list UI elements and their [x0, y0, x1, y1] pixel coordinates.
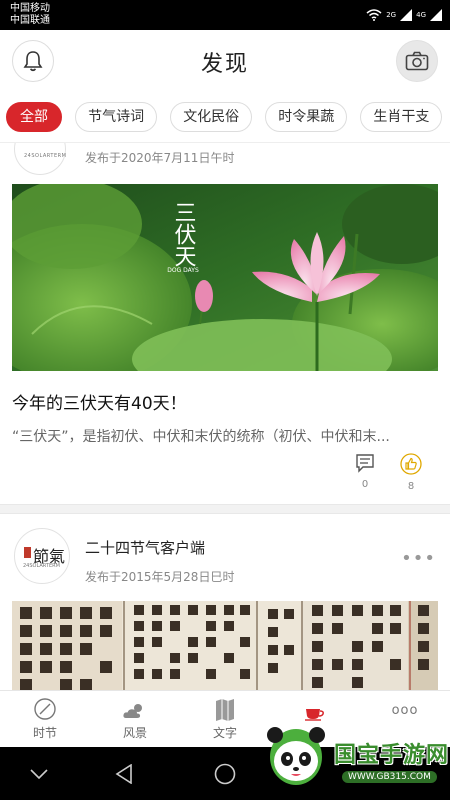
red-seal-mark — [24, 547, 31, 558]
hide-keyboard-button[interactable] — [26, 761, 52, 787]
category-tab-poetry[interactable]: 节气诗词 — [75, 102, 158, 132]
post-title[interactable]: 今年的三伏天有40天！ — [12, 389, 187, 414]
site-watermark: 国宝手游网 WWW.GB315.COM — [262, 715, 450, 800]
app-screen: 中国移动 中国联通 2G 4G 发现 全部 节气诗词 文化民俗 时令果蔬 生肖干… — [0, 0, 450, 800]
home-circle-icon — [214, 763, 236, 785]
thumbs-up-icon — [400, 453, 422, 475]
feed-list[interactable]: 24SOLARTERM 发布于2020年7月11日午时 三伏天 DOG DAYS… — [0, 142, 450, 690]
chevron-down-icon — [30, 769, 48, 779]
comment-icon — [356, 454, 374, 473]
camera-button[interactable] — [396, 40, 438, 82]
post-author-name[interactable]: 二十四节气客户端 — [85, 537, 205, 558]
book-icon — [216, 699, 234, 721]
more-options-button[interactable]: ••• — [401, 548, 436, 569]
compass-icon — [34, 698, 56, 720]
lotus-photo: 三伏天 DOG DAYS — [12, 184, 438, 371]
avatar-caption: 24SOLARTERM — [24, 153, 67, 159]
signal-icon-1 — [400, 9, 413, 21]
tab-fengjing[interactable]: 风景 — [105, 691, 165, 748]
signal-icon-2 — [430, 9, 442, 21]
category-tab-folk-culture[interactable]: 文化民俗 — [170, 102, 253, 132]
post-image[interactable]: 三伏天 DOG DAYS — [12, 184, 438, 371]
tab-label: 时节 — [32, 726, 57, 740]
tab-wenzi[interactable]: 文字 — [195, 691, 255, 748]
network-type-1: 2G — [386, 11, 397, 19]
status-icons: 2G 4G — [366, 5, 442, 25]
watermark-title: 国宝手游网 — [334, 743, 450, 768]
category-tab-seasonal-produce[interactable]: 时令果蔬 — [265, 102, 348, 132]
weather-icon — [123, 704, 142, 718]
post-image[interactable] — [12, 601, 438, 690]
carrier-label-2: 中国联通 — [10, 15, 50, 26]
home-button[interactable] — [212, 761, 238, 787]
category-tabs: 全部 节气诗词 文化民俗 时令果蔬 生肖干支 地 — [0, 92, 450, 142]
category-tab-zodiac[interactable]: 生肖干支 — [360, 102, 443, 132]
wifi-icon — [366, 9, 382, 21]
page-title: 发现 — [200, 52, 249, 77]
tab-shijie[interactable]: 时节 — [15, 691, 75, 748]
ancient-text-photo — [12, 601, 438, 690]
like-button[interactable]: 8 — [396, 453, 426, 492]
back-button[interactable] — [111, 761, 137, 787]
panda-mascot-icon — [267, 727, 325, 785]
post-date: 发布于2020年7月11日午时 — [85, 151, 235, 165]
avatar-caption: 24SOLARTERM — [23, 563, 60, 569]
status-bar: 中国移动 中国联通 2G 4G — [0, 0, 450, 30]
comment-button[interactable]: 0 — [350, 453, 380, 490]
back-triangle-icon — [115, 764, 132, 784]
page-header: 发现 — [0, 30, 450, 92]
watermark-url: WWW.GB315.COM — [342, 771, 437, 783]
tab-label: 文字 — [212, 726, 237, 740]
post-author-avatar[interactable]: 節氣 24SOLARTERM — [14, 528, 70, 584]
post-excerpt[interactable]: “三伏天”，是指初伏、中伏和末伏的统称（初伏、中伏和末... — [12, 426, 438, 446]
camera-icon — [405, 51, 429, 71]
like-count: 8 — [407, 481, 415, 492]
carrier-label-1: 中国移动 — [10, 3, 50, 14]
network-type-2: 4G — [416, 11, 426, 19]
tab-label: 风景 — [122, 726, 147, 740]
post-separator — [0, 504, 450, 514]
image-caption-main: 三伏天 — [171, 201, 197, 267]
post-date: 发布于2015年5月28日巳时 — [85, 570, 235, 584]
post-author-avatar[interactable]: 24SOLARTERM — [14, 143, 67, 175]
image-caption-sub: DOG DAYS — [167, 267, 199, 274]
category-tab-all[interactable]: 全部 — [6, 102, 62, 132]
comment-count: 0 — [361, 479, 369, 490]
